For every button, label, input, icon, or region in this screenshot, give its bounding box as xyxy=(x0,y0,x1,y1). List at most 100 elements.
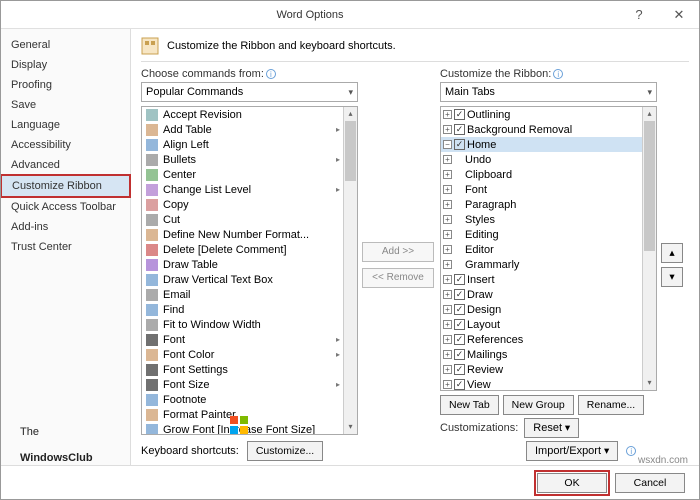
command-item[interactable]: Draw Vertical Text Box xyxy=(142,272,343,287)
expand-icon[interactable]: + xyxy=(443,380,452,389)
expand-icon[interactable]: + xyxy=(443,185,452,194)
info-icon[interactable]: i xyxy=(266,69,276,79)
command-item[interactable]: Change List Level▸ xyxy=(142,182,343,197)
nav-item-proofing[interactable]: Proofing xyxy=(1,75,130,95)
checkbox[interactable]: ✓ xyxy=(454,319,465,330)
nav-item-trust-center[interactable]: Trust Center xyxy=(1,237,130,257)
expand-icon[interactable]: + xyxy=(443,215,452,224)
scroll-up-icon[interactable]: ▴ xyxy=(643,107,656,121)
tree-item-draw[interactable]: +✓Draw xyxy=(441,287,642,302)
expand-icon[interactable]: + xyxy=(443,200,452,209)
checkbox[interactable]: ✓ xyxy=(454,124,465,135)
nav-item-accessibility[interactable]: Accessibility xyxy=(1,135,130,155)
tree-item-insert[interactable]: +✓Insert xyxy=(441,272,642,287)
cancel-button[interactable]: Cancel xyxy=(615,473,685,493)
command-item[interactable]: Fit to Window Width xyxy=(142,317,343,332)
nav-item-save[interactable]: Save xyxy=(1,95,130,115)
command-item[interactable]: Draw Table xyxy=(142,257,343,272)
expand-icon[interactable]: + xyxy=(443,245,452,254)
command-item[interactable]: Footnote xyxy=(142,392,343,407)
scrollbar-thumb[interactable] xyxy=(345,121,356,181)
checkbox[interactable]: ✓ xyxy=(454,139,465,150)
scroll-down-icon[interactable]: ▾ xyxy=(344,420,357,434)
expand-icon[interactable]: + xyxy=(443,170,452,179)
move-down-button[interactable]: ▾ xyxy=(661,267,683,287)
tree-item-home[interactable]: −✓Home xyxy=(441,137,642,152)
ribbon-tree[interactable]: +✓Outlining+✓Background Removal−✓Home+Un… xyxy=(440,106,657,391)
close-button[interactable]: ✕ xyxy=(659,1,699,29)
expand-icon[interactable]: + xyxy=(443,305,452,314)
tree-item-editor[interactable]: +Editor xyxy=(441,242,642,257)
expand-icon[interactable]: + xyxy=(443,365,452,374)
tree-item-font[interactable]: +Font xyxy=(441,182,642,197)
scroll-down-icon[interactable]: ▾ xyxy=(643,376,656,390)
command-item[interactable]: Accept Revision xyxy=(142,107,343,122)
command-item[interactable]: Email xyxy=(142,287,343,302)
tree-item-references[interactable]: +✓References xyxy=(441,332,642,347)
tree-item-background-removal[interactable]: +✓Background Removal xyxy=(441,122,642,137)
command-item[interactable]: Font Settings xyxy=(142,362,343,377)
command-item[interactable]: Find xyxy=(142,302,343,317)
nav-item-display[interactable]: Display xyxy=(1,55,130,75)
tree-item-undo[interactable]: +Undo xyxy=(441,152,642,167)
ok-button[interactable]: OK xyxy=(537,473,607,493)
command-item[interactable]: Format Painter xyxy=(142,407,343,422)
command-item[interactable]: Define New Number Format... xyxy=(142,227,343,242)
info-icon[interactable]: i xyxy=(553,69,563,79)
import-export-button[interactable]: Import/Export ▾ xyxy=(526,441,618,461)
tree-item-mailings[interactable]: +✓Mailings xyxy=(441,347,642,362)
command-item[interactable]: Align Left xyxy=(142,137,343,152)
command-item[interactable]: Cut xyxy=(142,212,343,227)
commands-list[interactable]: Accept RevisionAdd Table▸Align LeftBulle… xyxy=(141,106,358,435)
checkbox[interactable]: ✓ xyxy=(454,274,465,285)
tree-item-styles[interactable]: +Styles xyxy=(441,212,642,227)
tree-item-view[interactable]: +✓View xyxy=(441,377,642,390)
scroll-up-icon[interactable]: ▴ xyxy=(344,107,357,121)
tree-item-layout[interactable]: +✓Layout xyxy=(441,317,642,332)
checkbox[interactable]: ✓ xyxy=(454,349,465,360)
rename-button[interactable]: Rename... xyxy=(578,395,644,415)
expand-icon[interactable]: + xyxy=(443,230,452,239)
scrollbar-thumb[interactable] xyxy=(644,121,655,251)
nav-item-add-ins[interactable]: Add-ins xyxy=(1,217,130,237)
tree-item-grammarly[interactable]: +Grammarly xyxy=(441,257,642,272)
choose-commands-dropdown[interactable]: Popular Commands▾ xyxy=(141,82,358,102)
scrollbar[interactable]: ▴ ▾ xyxy=(343,107,357,434)
command-item[interactable]: Center xyxy=(142,167,343,182)
expand-icon[interactable]: + xyxy=(443,275,452,284)
info-icon[interactable]: i xyxy=(626,446,636,456)
reset-button[interactable]: Reset ▾ xyxy=(524,418,579,438)
remove-button[interactable]: << Remove xyxy=(362,268,434,288)
tree-item-paragraph[interactable]: +Paragraph xyxy=(441,197,642,212)
command-item[interactable]: Font▸ xyxy=(142,332,343,347)
command-item[interactable]: Bullets▸ xyxy=(142,152,343,167)
scrollbar[interactable]: ▴ ▾ xyxy=(642,107,656,390)
help-button[interactable]: ? xyxy=(619,1,659,29)
command-item[interactable]: Add Table▸ xyxy=(142,122,343,137)
tree-item-editing[interactable]: +Editing xyxy=(441,227,642,242)
tree-item-design[interactable]: +✓Design xyxy=(441,302,642,317)
expand-icon[interactable]: + xyxy=(443,155,452,164)
customize-ribbon-dropdown[interactable]: Main Tabs▾ xyxy=(440,82,657,102)
customize-shortcuts-button[interactable]: Customize... xyxy=(247,441,323,461)
checkbox[interactable]: ✓ xyxy=(454,289,465,300)
command-item[interactable]: Copy xyxy=(142,197,343,212)
nav-item-language[interactable]: Language xyxy=(1,115,130,135)
new-tab-button[interactable]: New Tab xyxy=(440,395,499,415)
command-item[interactable]: Delete [Delete Comment] xyxy=(142,242,343,257)
nav-item-advanced[interactable]: Advanced xyxy=(1,155,130,175)
add-button[interactable]: Add >> xyxy=(362,242,434,262)
expand-icon[interactable]: − xyxy=(443,140,452,149)
checkbox[interactable]: ✓ xyxy=(454,304,465,315)
tree-item-outlining[interactable]: +✓Outlining xyxy=(441,107,642,122)
expand-icon[interactable]: + xyxy=(443,290,452,299)
checkbox[interactable]: ✓ xyxy=(454,334,465,345)
expand-icon[interactable]: + xyxy=(443,110,452,119)
expand-icon[interactable]: + xyxy=(443,125,452,134)
nav-item-customize-ribbon[interactable]: Customize Ribbon xyxy=(1,175,130,197)
nav-item-quick-access-toolbar[interactable]: Quick Access Toolbar xyxy=(1,197,130,217)
move-up-button[interactable]: ▴ xyxy=(661,243,683,263)
checkbox[interactable]: ✓ xyxy=(454,109,465,120)
command-item[interactable]: Font Color▸ xyxy=(142,347,343,362)
expand-icon[interactable]: + xyxy=(443,335,452,344)
